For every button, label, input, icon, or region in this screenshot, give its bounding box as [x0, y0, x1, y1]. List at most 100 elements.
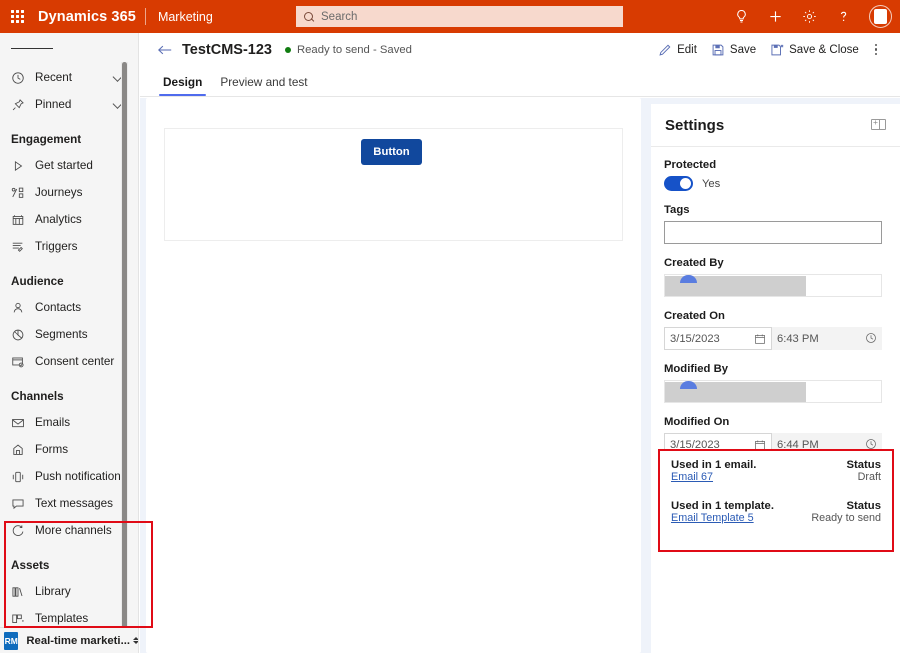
command-bar: TestCMS-123 Ready to send - Saved Edit	[140, 33, 900, 66]
status-badge: Ready to send - Saved	[297, 44, 412, 56]
sidebar-item-recent[interactable]: Recent	[0, 64, 139, 91]
created-on-row: 3/15/2023 6:43 PM	[664, 327, 882, 350]
sidebar-item-segments[interactable]: Segments	[0, 321, 139, 348]
protected-value: Yes	[702, 178, 720, 190]
sidebar-item-label: Journeys	[28, 186, 82, 199]
sidebar-item-text-messages[interactable]: Text messages	[0, 490, 139, 517]
save-close-icon	[770, 43, 784, 57]
pin-icon	[11, 98, 28, 112]
design-canvas[interactable]: Button	[146, 98, 641, 653]
status-indicator-dot	[285, 47, 291, 53]
calendar-icon	[754, 333, 766, 348]
up-down-chevron-icon	[133, 637, 139, 644]
content-block-frame[interactable]: Button	[164, 128, 623, 241]
back-button[interactable]	[154, 39, 176, 61]
created-on-time[interactable]: 6:43 PM	[772, 327, 882, 350]
collapse-panel-icon[interactable]	[871, 119, 886, 130]
canvas-column: Button	[140, 98, 651, 653]
sidebar-group-audience: Audience	[0, 268, 139, 294]
app-launcher-icon[interactable]	[0, 0, 34, 33]
usage-email-status: Draft	[858, 471, 881, 483]
sidebar-item-forms[interactable]: Forms	[0, 436, 139, 463]
clock-icon	[11, 71, 28, 85]
sidebar-item-label: Recent	[28, 71, 72, 84]
save-button[interactable]: Save	[704, 37, 763, 63]
sidebar-item-push-notifications[interactable]: Push notifications	[0, 463, 139, 490]
sidebar-item-label: Segments	[28, 328, 88, 341]
pencil-icon	[658, 43, 672, 57]
usage-email-row: Email 67 Draft	[671, 471, 881, 483]
plus-icon[interactable]	[758, 0, 792, 33]
sidebar-item-label: Contacts	[28, 301, 81, 314]
search-icon	[303, 11, 315, 23]
tab-design[interactable]: Design	[154, 75, 211, 96]
waffle-grid	[11, 10, 24, 23]
more-channels-icon	[11, 524, 28, 538]
sidebar-item-triggers[interactable]: Triggers	[0, 233, 139, 260]
usage-template-status: Ready to send	[811, 512, 881, 524]
edit-button[interactable]: Edit	[651, 37, 704, 63]
page-title: TestCMS-123	[182, 42, 272, 58]
settings-body: Protected Yes Tags Created By	[651, 147, 900, 456]
app-name: Marketing	[146, 10, 213, 24]
chat-icon	[11, 497, 28, 511]
gear-icon[interactable]	[792, 0, 826, 33]
save-and-close-button[interactable]: Save & Close	[763, 37, 866, 63]
created-on-date[interactable]: 3/15/2023	[664, 327, 772, 350]
created-by-avatar	[680, 275, 697, 283]
sidebar-item-label: Consent center	[28, 355, 114, 368]
usage-panel: Used in 1 email. Status Email 67 Draft U…	[658, 449, 894, 552]
sidebar-item-label: Get started	[28, 159, 93, 172]
sidebar-item-emails[interactable]: Emails	[0, 409, 139, 436]
sidebar-item-pinned[interactable]: Pinned	[0, 91, 139, 118]
nav-collapse-button[interactable]	[0, 33, 139, 64]
sidebar-item-label: Forms	[28, 443, 68, 456]
sidebar-item-get-started[interactable]: Get started	[0, 152, 139, 179]
sidebar-item-more-channels[interactable]: More channels	[0, 517, 139, 544]
search-input[interactable]	[321, 11, 601, 23]
sidebar-item-label: Push notifications	[28, 470, 127, 483]
overflow-menu-icon[interactable]	[866, 37, 886, 63]
edit-button-label: Edit	[677, 44, 697, 56]
tags-input[interactable]	[664, 221, 882, 244]
consent-icon	[11, 355, 28, 369]
sidebar-scrollbar-thumb[interactable]	[122, 62, 127, 653]
suite-header: Dynamics 365 Marketing	[0, 0, 900, 33]
question-icon[interactable]	[826, 0, 860, 33]
sidebar-item-consent-center[interactable]: Consent center	[0, 348, 139, 375]
clock-icon	[865, 332, 877, 347]
search-box[interactable]	[296, 6, 623, 27]
usage-template-title: Used in 1 template.	[671, 500, 774, 512]
email-button-element[interactable]: Button	[361, 139, 422, 165]
app-root: Dynamics 365 Marketing	[0, 0, 900, 653]
sidebar-item-journeys[interactable]: Journeys	[0, 179, 139, 206]
usage-email-status-header: Status	[846, 459, 881, 471]
sidebar-item-analytics[interactable]: Analytics	[0, 206, 139, 233]
protected-toggle-row: Yes	[664, 176, 885, 191]
sidebar-item-label: Templates	[28, 612, 88, 625]
sidebar-item-contacts[interactable]: Contacts	[0, 294, 139, 321]
modified-by-avatar	[680, 381, 697, 389]
area-switcher[interactable]: RM Real-time marketi...	[0, 627, 139, 653]
segments-icon	[11, 328, 28, 342]
usage-template-link[interactable]: Email Template 5	[671, 512, 754, 524]
usage-email-link[interactable]: Email 67	[671, 471, 713, 483]
sidebar-item-library[interactable]: Library	[0, 578, 139, 605]
created-by-value	[664, 274, 882, 297]
sidebar-scroll-region: Recent Pinned Engagement	[0, 33, 139, 621]
sidebar-item-label: Pinned	[28, 98, 71, 111]
usage-email-header: Used in 1 email. Status	[671, 459, 881, 471]
lightbulb-icon[interactable]	[724, 0, 758, 33]
mail-icon	[11, 416, 28, 430]
created-on-time-value: 6:43 PM	[777, 333, 819, 345]
modified-by-value	[664, 380, 882, 403]
tab-preview-and-test[interactable]: Preview and test	[211, 75, 316, 96]
avatar-circle	[869, 5, 892, 28]
avatar[interactable]	[860, 0, 900, 33]
save-button-label: Save	[730, 44, 756, 56]
sidebar-item-label: Library	[28, 585, 71, 598]
command-actions: Edit Save	[651, 33, 886, 66]
sidebar-group-engagement: Engagement	[0, 126, 139, 152]
created-by-label: Created By	[664, 257, 885, 269]
protected-toggle[interactable]	[664, 176, 693, 191]
